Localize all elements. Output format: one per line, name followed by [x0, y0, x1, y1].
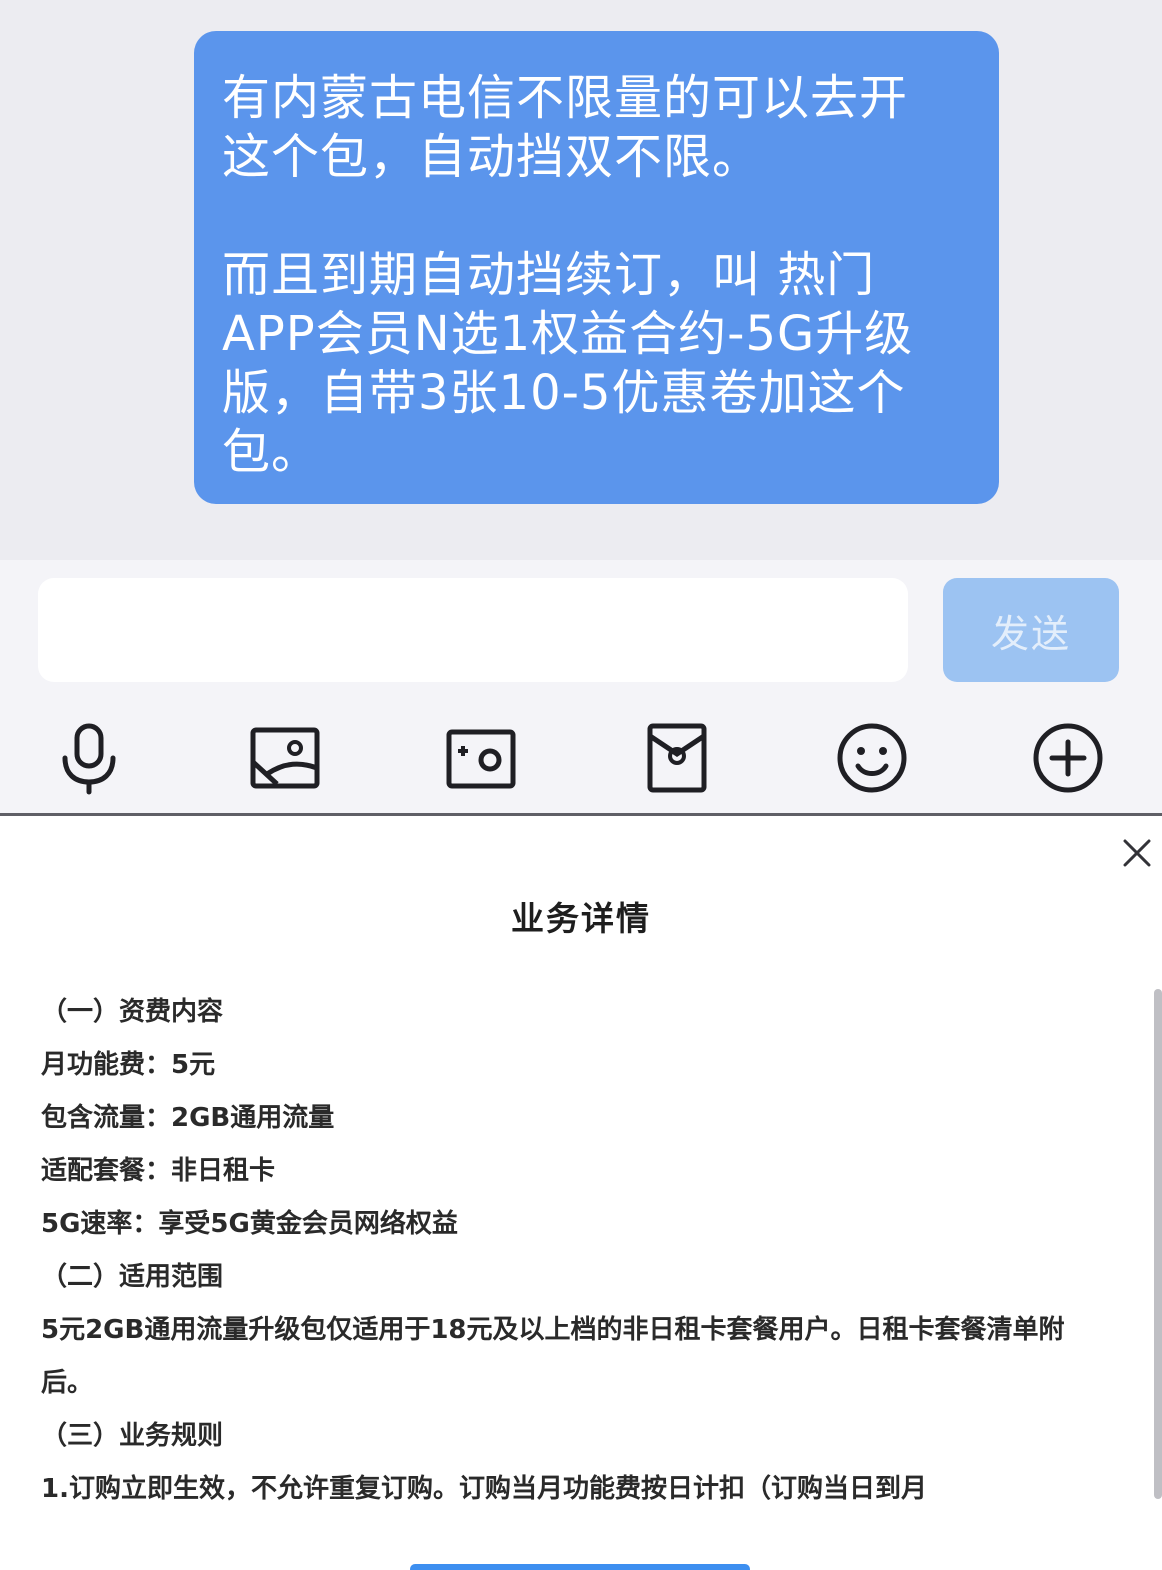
camera-icon[interactable] [441, 718, 521, 798]
emoji-icon[interactable] [832, 718, 912, 798]
chat-area: 有内蒙古电信不限量的可以去开 这个包，自动挡双不限。 而且到期自动挡续订，叫 热… [0, 0, 1162, 560]
sheet-title: 业务详情 [511, 899, 651, 938]
section-heading-scope: （二）适用范围 [41, 1262, 224, 1292]
message-bubble[interactable]: 有内蒙古电信不限量的可以去开 这个包，自动挡双不限。 而且到期自动挡续订，叫 热… [194, 31, 999, 504]
red-envelope-icon[interactable] [637, 718, 717, 798]
message-paragraph-2: 而且到期自动挡续订，叫 热门 APP会员N选1权益合约-5G升级 版，自带3张1… [222, 247, 914, 480]
section-heading-fees: （一）资费内容 [41, 997, 224, 1027]
plus-icon[interactable] [1028, 718, 1108, 798]
scope-text: 5元2GB通用流量升级包仅适用于18元及以上档的非日租卡套餐用户。日租卡套餐清单… [41, 1315, 1065, 1398]
microphone-icon[interactable] [49, 718, 129, 798]
details-sheet: 业务详情 （一）资费内容 月功能费：5元 包含流量：2GB通用流量 适配套餐：非… [0, 816, 1162, 1570]
section-heading-rules: （三）业务规则 [41, 1421, 224, 1451]
send-button[interactable]: 发送 [943, 578, 1119, 682]
confirm-button-edge[interactable] [410, 1564, 750, 1570]
included-data: 包含流量：2GB通用流量 [41, 1103, 335, 1133]
monthly-fee: 月功能费：5元 [41, 1050, 216, 1080]
rule-1: 1.订购立即生效，不允许重复订购。订购当月功能费按日计扣（订购当日到月 [41, 1474, 927, 1504]
image-icon[interactable] [245, 718, 325, 798]
5g-speed: 5G速率：享受5G黄金会员网络权益 [41, 1209, 458, 1239]
details-content: （一）资费内容 月功能费：5元 包含流量：2GB通用流量 适配套餐：非日租卡 5… [41, 986, 1101, 1516]
message-input[interactable] [38, 578, 908, 682]
close-icon[interactable] [1120, 836, 1154, 870]
composer-bar: 发送 [0, 560, 1162, 815]
eligible-plans: 适配套餐：非日租卡 [41, 1156, 276, 1186]
message-paragraph-1: 有内蒙古电信不限量的可以去开 这个包，自动挡双不限。 [222, 70, 909, 185]
scrollbar[interactable] [1154, 989, 1162, 1499]
